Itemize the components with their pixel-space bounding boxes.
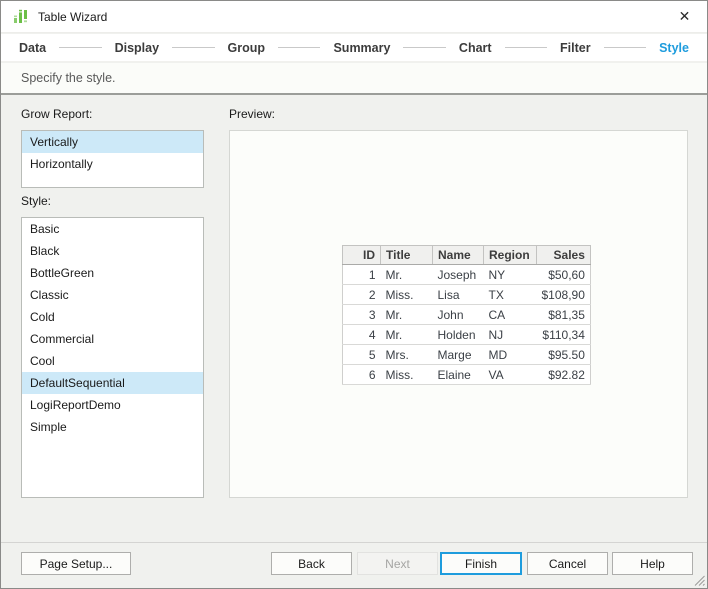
tab-separator: [403, 47, 445, 48]
table-wizard-dialog: Table Wizard ✕ Data Display Group Summary Ch…: [0, 0, 708, 589]
style-option-basic[interactable]: Basic: [22, 218, 203, 240]
titlebar[interactable]: Table Wizard ✕: [1, 1, 707, 33]
table-row: 6Miss.ElaineVA$92.82: [343, 365, 591, 385]
wizard-tabs: Data Display Group Summary Chart Filter Style: [1, 34, 707, 62]
table-cell: Marge: [433, 345, 484, 365]
table-row: 4Mr.HoldenNJ$110,34: [343, 325, 591, 345]
next-button[interactable]: Next: [357, 552, 438, 575]
table-cell: 1: [343, 265, 381, 285]
page-setup-button[interactable]: Page Setup...: [21, 552, 131, 575]
table-cell: TX: [484, 285, 537, 305]
table-cell: Lisa: [433, 285, 484, 305]
column-header-region: Region: [484, 246, 537, 265]
table-cell: CA: [484, 305, 537, 325]
table-cell: 3: [343, 305, 381, 325]
style-option-classic[interactable]: Classic: [22, 284, 203, 306]
table-cell: MD: [484, 345, 537, 365]
tab-summary[interactable]: Summary: [333, 41, 390, 55]
table-cell: Joseph: [433, 265, 484, 285]
resize-grip[interactable]: [692, 573, 705, 586]
table-cell: $108,90: [537, 285, 591, 305]
table-cell: $95.50: [537, 345, 591, 365]
help-button[interactable]: Help: [612, 552, 693, 575]
column-header-name: Name: [433, 246, 484, 265]
grow-report-option-vertically[interactable]: Vertically: [22, 131, 203, 153]
tab-display[interactable]: Display: [115, 41, 159, 55]
tab-separator: [59, 47, 101, 48]
style-label: Style:: [21, 194, 51, 208]
column-header-sales: Sales: [537, 246, 591, 265]
table-cell: Mr.: [381, 305, 433, 325]
table-row: 2Miss.LisaTX$108,90: [343, 285, 591, 305]
subtitle-band: Specify the style.: [1, 63, 707, 95]
tab-separator: [278, 47, 320, 48]
table-cell: Mrs.: [381, 345, 433, 365]
tab-filter[interactable]: Filter: [560, 41, 591, 55]
table-cell: $50,60: [537, 265, 591, 285]
table-cell: NY: [484, 265, 537, 285]
style-option-black[interactable]: Black: [22, 240, 203, 262]
tab-group[interactable]: Group: [228, 41, 266, 55]
table-cell: $81,35: [537, 305, 591, 325]
preview-panel: IDTitleNameRegionSales 1Mr.JosephNY$50,6…: [229, 130, 688, 498]
grow-report-option-horizontally[interactable]: Horizontally: [22, 153, 203, 175]
preview-table: IDTitleNameRegionSales 1Mr.JosephNY$50,6…: [342, 245, 591, 385]
tab-separator: [172, 47, 214, 48]
table-cell: Miss.: [381, 365, 433, 385]
style-listbox[interactable]: BasicBlackBottleGreenClassicColdCommerci…: [21, 217, 204, 498]
column-header-id: ID: [343, 246, 381, 265]
tab-data[interactable]: Data: [19, 41, 46, 55]
table-cell: Mr.: [381, 265, 433, 285]
style-option-cold[interactable]: Cold: [22, 306, 203, 328]
back-button[interactable]: Back: [271, 552, 352, 575]
table-cell: Elaine: [433, 365, 484, 385]
table-cell: VA: [484, 365, 537, 385]
style-option-cool[interactable]: Cool: [22, 350, 203, 372]
footer-separator: [1, 542, 707, 543]
table-cell: NJ: [484, 325, 537, 345]
preview-table-head-row: IDTitleNameRegionSales: [343, 246, 591, 265]
table-wizard-app-icon: [13, 9, 29, 25]
finish-button[interactable]: Finish: [440, 552, 522, 575]
table-cell: 2: [343, 285, 381, 305]
table-row: 5Mrs.MargeMD$95.50: [343, 345, 591, 365]
tab-chart[interactable]: Chart: [459, 41, 492, 55]
close-icon: ✕: [679, 8, 691, 25]
tab-separator: [505, 47, 547, 48]
table-cell: Miss.: [381, 285, 433, 305]
style-option-commercial[interactable]: Commercial: [22, 328, 203, 350]
tab-style[interactable]: Style: [659, 41, 689, 55]
preview-table-body: 1Mr.JosephNY$50,602Miss.LisaTX$108,903Mr…: [343, 265, 591, 385]
grow-report-listbox[interactable]: VerticallyHorizontally: [21, 130, 204, 188]
cancel-button[interactable]: Cancel: [527, 552, 608, 575]
table-row: 1Mr.JosephNY$50,60: [343, 265, 591, 285]
table-cell: 4: [343, 325, 381, 345]
table-cell: John: [433, 305, 484, 325]
preview-label: Preview:: [229, 107, 275, 121]
table-cell: Holden: [433, 325, 484, 345]
close-button[interactable]: ✕: [662, 1, 707, 32]
table-cell: 5: [343, 345, 381, 365]
style-option-simple[interactable]: Simple: [22, 416, 203, 438]
column-header-title: Title: [381, 246, 433, 265]
step-subtitle: Specify the style.: [21, 71, 116, 85]
table-cell: $110,34: [537, 325, 591, 345]
tab-separator: [604, 47, 646, 48]
window-title: Table Wizard: [38, 10, 107, 24]
style-option-bottlegreen[interactable]: BottleGreen: [22, 262, 203, 284]
grow-report-label: Grow Report:: [21, 107, 92, 121]
table-cell: $92.82: [537, 365, 591, 385]
style-option-defaultsequential[interactable]: DefaultSequential: [22, 372, 203, 394]
table-cell: Mr.: [381, 325, 433, 345]
style-option-logireportdemo[interactable]: LogiReportDemo: [22, 394, 203, 416]
table-cell: 6: [343, 365, 381, 385]
table-row: 3Mr.JohnCA$81,35: [343, 305, 591, 325]
